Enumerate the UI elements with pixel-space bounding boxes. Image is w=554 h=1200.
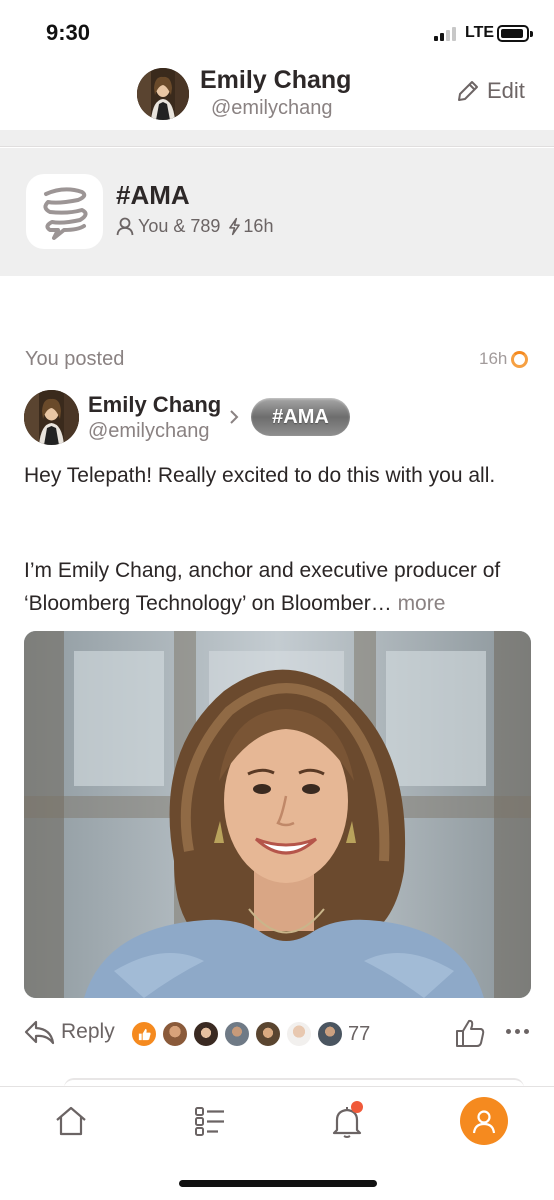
- reply-label: Reply: [61, 1020, 115, 1043]
- lightning-icon: [229, 217, 241, 236]
- post-text-paragraph-1: Hey Telepath! Really excited to do this …: [24, 464, 496, 487]
- tab-feed[interactable]: [186, 1097, 234, 1145]
- topic-meta: You & 789 16h: [116, 216, 273, 237]
- reaction-count: 77: [348, 1022, 371, 1045]
- profile-handle: @emilychang: [211, 97, 333, 119]
- reactions-summary[interactable]: 77: [131, 1021, 370, 1047]
- avatar[interactable]: [137, 68, 189, 120]
- topic-age: 16h: [243, 216, 274, 236]
- status-bar: 9:30 LTE: [0, 0, 554, 62]
- reactor-avatar: [317, 1021, 343, 1047]
- status-time: 9:30: [46, 20, 91, 45]
- like-reaction-icon: [131, 1021, 157, 1047]
- reply-button[interactable]: Reply: [23, 1017, 115, 1047]
- signal-icon: [434, 27, 460, 41]
- reactor-avatar: [193, 1021, 219, 1047]
- topic-title: #AMA: [116, 180, 190, 210]
- post-author-handle: @emilychang: [88, 420, 210, 442]
- tab-home[interactable]: [47, 1097, 95, 1145]
- avatar-photo-icon: [137, 68, 189, 120]
- network-label: LTE: [465, 24, 495, 41]
- profile-name: Emily Chang: [200, 66, 352, 94]
- post-text-paragraph-2: I’m Emily Chang, anchor and executive pr…: [24, 554, 534, 620]
- header-divider: [0, 130, 554, 147]
- reactor-avatar: [224, 1021, 250, 1047]
- person-icon: [472, 1110, 496, 1134]
- speech-bubble-icon: [43, 187, 88, 240]
- person-icon: [116, 217, 134, 236]
- pencil-icon: [458, 81, 478, 101]
- edit-label: Edit: [487, 78, 525, 103]
- chevron-right-icon: [230, 410, 239, 424]
- notification-badge: [351, 1101, 363, 1113]
- home-icon: [56, 1106, 86, 1136]
- edit-button[interactable]: Edit: [455, 76, 525, 106]
- more-link[interactable]: more: [398, 592, 446, 615]
- list-icon: [195, 1107, 224, 1136]
- home-indicator[interactable]: [179, 1180, 377, 1187]
- post-timestamp: 16h: [479, 349, 529, 369]
- topic-chip[interactable]: #AMA: [251, 398, 350, 436]
- post-author-name[interactable]: Emily Chang: [88, 392, 221, 418]
- tab-profile[interactable]: [460, 1097, 508, 1145]
- profile-header: Emily Chang @emilychang Edit: [0, 62, 554, 130]
- author-photo-icon: [24, 390, 79, 445]
- battery-icon: [497, 25, 533, 42]
- more-options-icon[interactable]: [506, 1024, 532, 1038]
- portrait-image: [24, 631, 531, 998]
- post-author-avatar[interactable]: [24, 390, 79, 445]
- post-time-label: 16h: [479, 349, 508, 368]
- reactor-avatar: [255, 1021, 281, 1047]
- post-photo[interactable]: [24, 631, 531, 998]
- post-context-label: You posted: [25, 348, 125, 370]
- thumbs-up-icon[interactable]: [454, 1017, 486, 1049]
- topic-icon-tile: [26, 174, 103, 249]
- timer-ring-icon: [511, 350, 529, 368]
- reactor-avatar: [286, 1021, 312, 1047]
- tab-notifications[interactable]: [323, 1097, 371, 1145]
- topic-banner[interactable]: #AMA You & 789 16h: [0, 148, 554, 276]
- reactor-avatar: [162, 1021, 188, 1047]
- reply-arrow-icon: [24, 1020, 55, 1045]
- topic-members: You & 789: [138, 216, 221, 236]
